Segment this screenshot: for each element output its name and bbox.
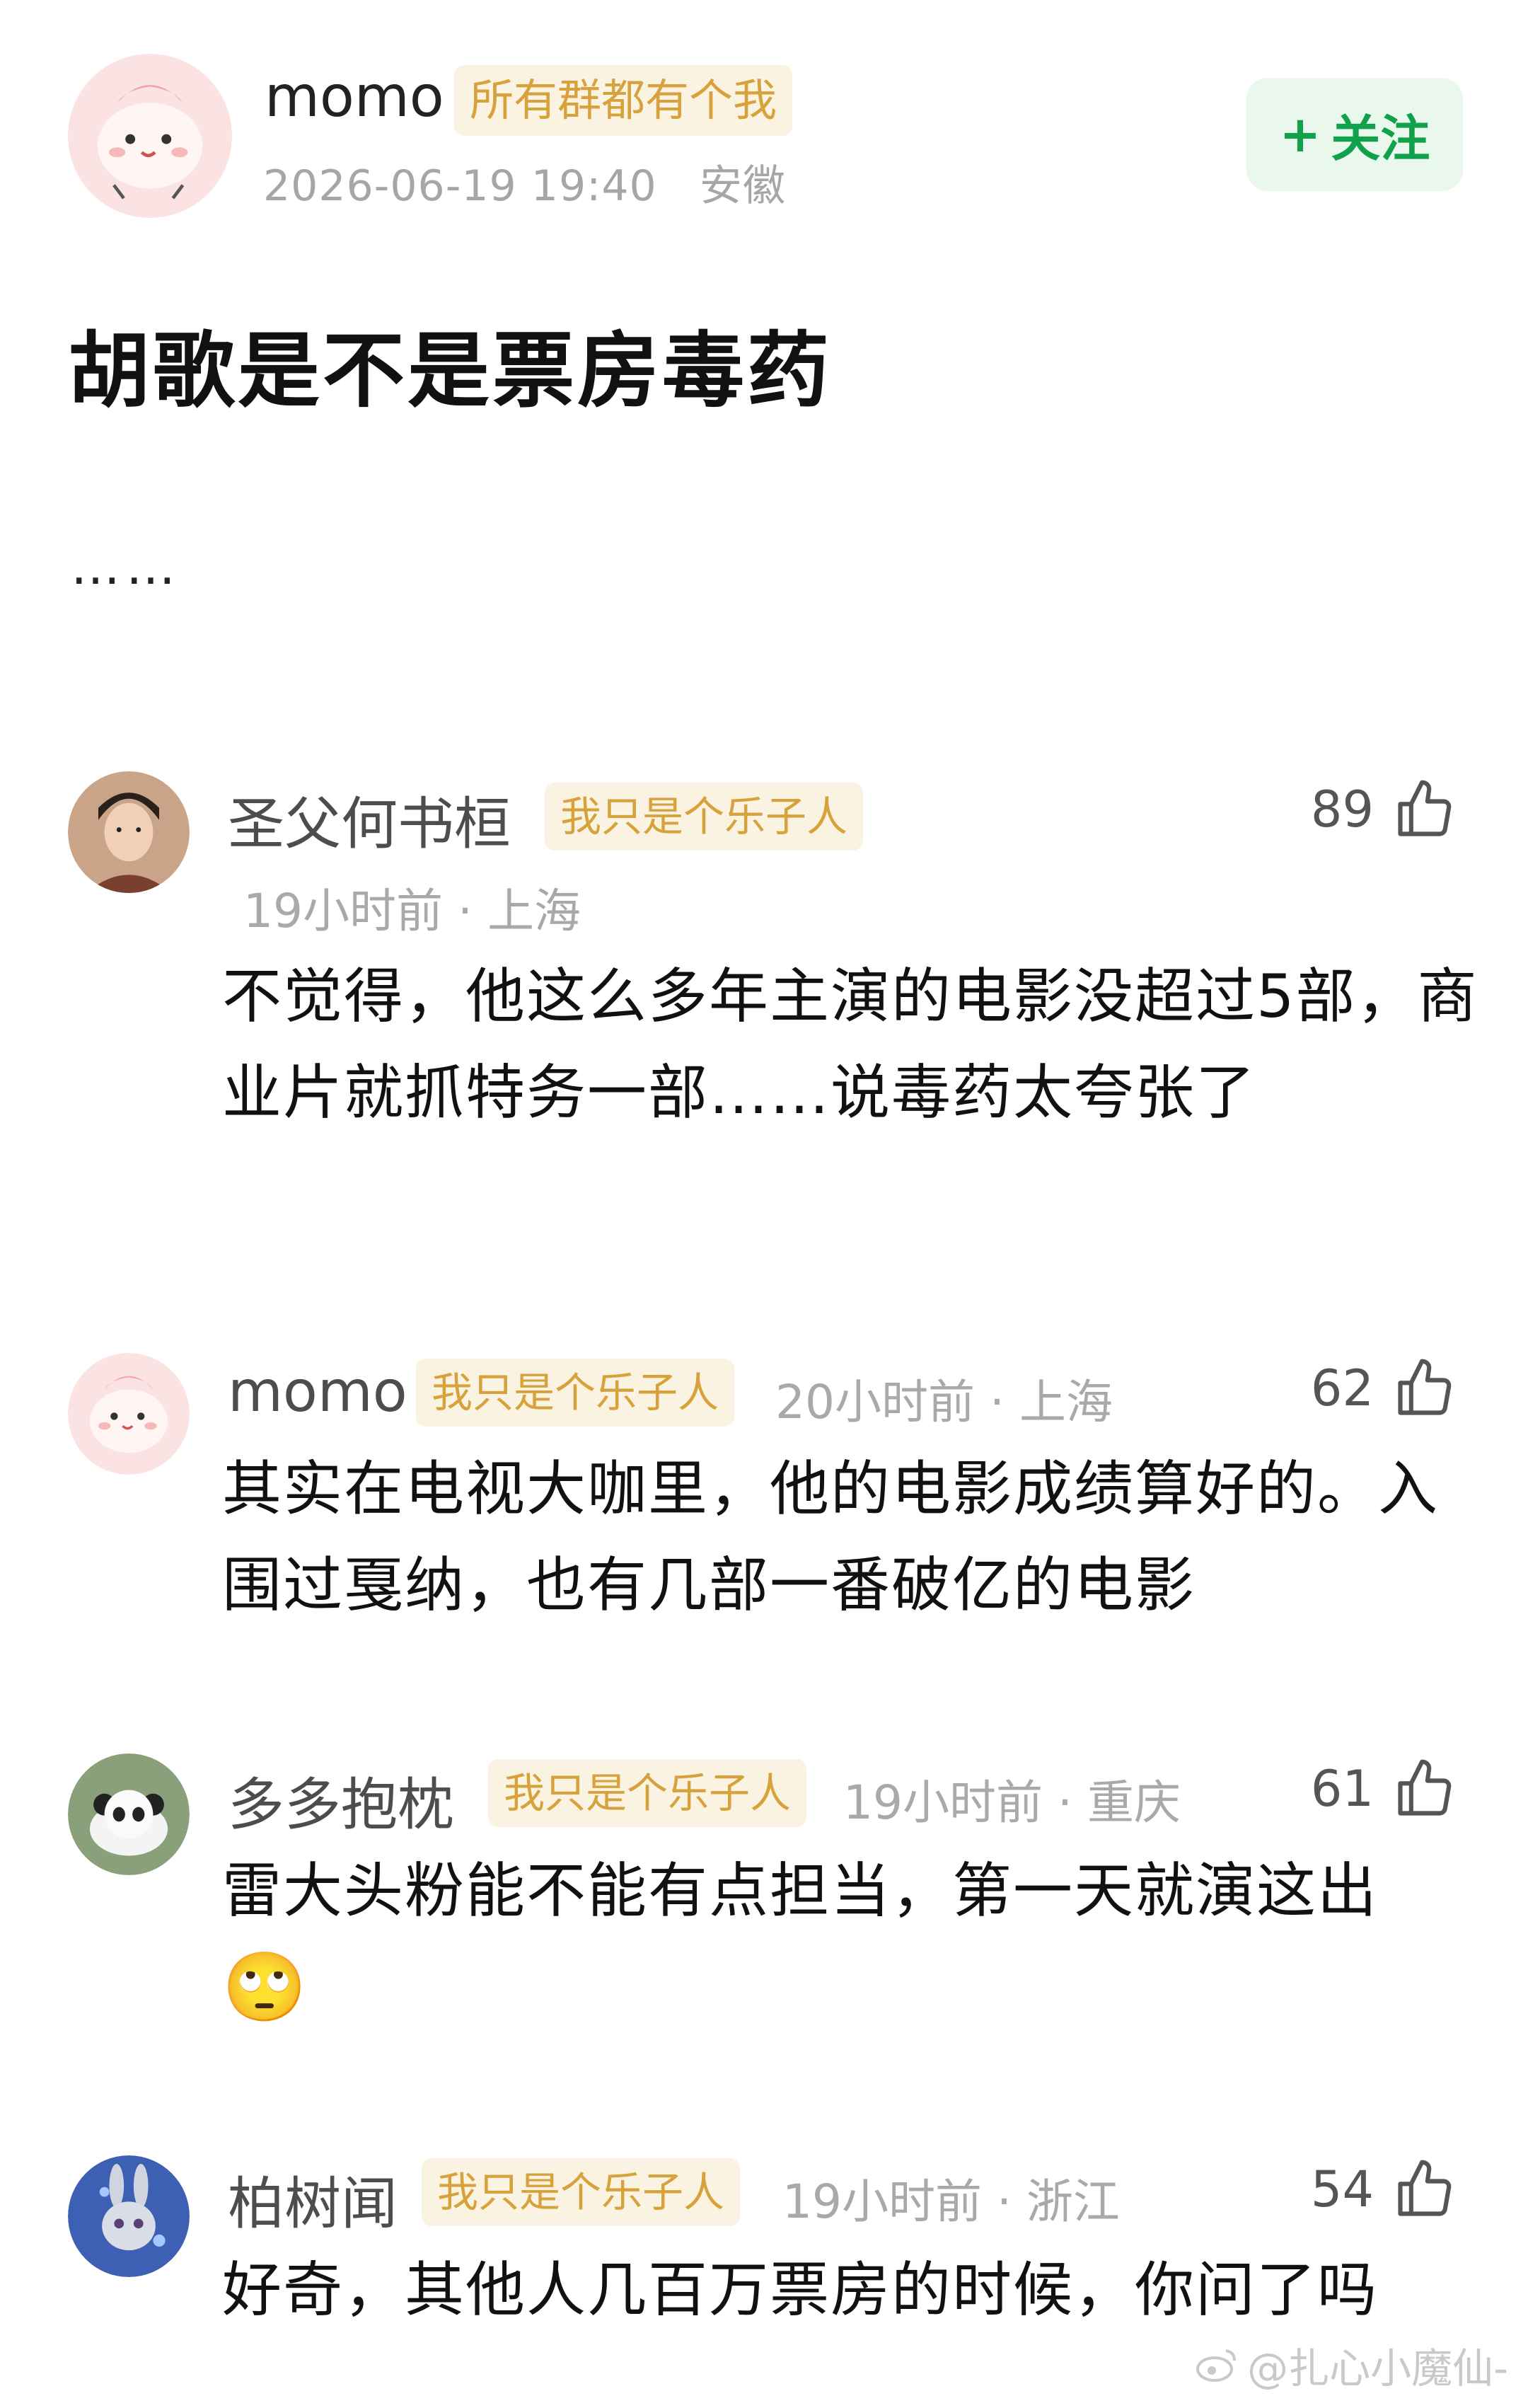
- follow-label: 关注: [1331, 109, 1430, 168]
- commenter-name[interactable]: 圣父何书桓: [228, 778, 511, 860]
- comment-location: 浙江: [1026, 2174, 1120, 2229]
- comment-time: 19小时前: [843, 1775, 1043, 1830]
- plus-icon: +: [1279, 105, 1321, 163]
- like-count: 62: [1310, 1359, 1374, 1417]
- commenter-avatar[interactable]: [68, 2155, 190, 2277]
- thumbs-up-icon: [1398, 1759, 1452, 1816]
- commenter-name[interactable]: 多多抱枕: [228, 1759, 454, 1841]
- like-button[interactable]: 61: [1311, 1756, 1457, 1821]
- post-title: 胡歌是不是票房毒药: [68, 323, 832, 419]
- commenter-name[interactable]: momo: [228, 1359, 407, 1424]
- meta-separator: ·: [1057, 1775, 1072, 1830]
- post-date: 2026-06-19 19:40: [263, 161, 657, 211]
- follow-button[interactable]: + 关注: [1246, 78, 1463, 191]
- like-button[interactable]: 54: [1311, 2157, 1457, 2222]
- like-count: 89: [1310, 780, 1374, 839]
- comment-text-body: 雷大头粉能不能有点担当，第一天就演这出: [222, 1856, 1379, 1925]
- like-count: 54: [1310, 2160, 1374, 2218]
- post-meta: 2026-06-19 19:40 安徽: [263, 151, 786, 213]
- watermark: @扎心小魔仙-: [1195, 2335, 1508, 2395]
- thumbs-up-icon: [1398, 780, 1452, 836]
- author-avatar[interactable]: [68, 54, 232, 218]
- comment-meta: 19小时前 · 上海: [243, 873, 581, 941]
- comment-time: 19小时前: [243, 884, 443, 938]
- weibo-logo-icon: [1196, 2349, 1237, 2382]
- author-badge: 所有群都有个我: [454, 65, 793, 136]
- like-button[interactable]: 62: [1311, 1356, 1457, 1421]
- thumbs-up-icon: [1398, 1359, 1452, 1415]
- commenter-avatar[interactable]: [68, 771, 190, 893]
- comment-location: 重庆: [1087, 1775, 1181, 1830]
- commenter-badge: 我只是个乐子人: [416, 1359, 735, 1427]
- post-location: 安徽: [699, 161, 786, 211]
- meta-separator: ·: [989, 1375, 1005, 1429]
- commenter-name[interactable]: 柏树闻: [228, 2158, 398, 2240]
- comment-text: 好奇，其他人几百万票房的时候，你问了吗: [222, 2255, 1379, 2325]
- meta-separator: ·: [996, 2174, 1012, 2229]
- commenter-badge: 我只是个乐子人: [422, 2158, 741, 2226]
- comment-text: 其实在电视大咖里，他的电影成绩算好的。入围过戛纳，也有几部一番破亿的电影: [222, 1454, 1440, 1620]
- commenter-badge: 我只是个乐子人: [488, 1759, 807, 1827]
- comment-meta: 19小时前 · 重庆: [843, 1765, 1181, 1833]
- thumbs-up-icon: [1398, 2160, 1452, 2216]
- comment-time: 19小时前: [782, 2174, 982, 2229]
- like-button[interactable]: 89: [1311, 777, 1457, 842]
- author-name[interactable]: momo: [265, 64, 444, 129]
- commenter-avatar[interactable]: [68, 1753, 190, 1875]
- comment-location: 上海: [487, 884, 581, 938]
- comment-meta: 19小时前 · 浙江: [782, 2164, 1120, 2232]
- post-body: ……: [71, 538, 181, 596]
- commenter-avatar[interactable]: [68, 1353, 190, 1475]
- like-count: 61: [1310, 1760, 1374, 1818]
- comment-meta: 20小时前 · 上海: [775, 1364, 1113, 1432]
- watermark-text: @扎心小魔仙-: [1247, 2344, 1508, 2392]
- eye-roll-emoji-icon: 🙄: [222, 1947, 308, 2027]
- comment-text: 不觉得，他这么多年主演的电影没超过5部，商业片就抓特务一部……说毒药太夸张了: [222, 962, 1478, 1127]
- comment-time: 20小时前: [775, 1375, 975, 1429]
- comment-text: 雷大头粉能不能有点担当，第一天就演这出 🙄: [222, 1843, 1488, 2038]
- commenter-badge: 我只是个乐子人: [545, 783, 864, 851]
- meta-separator: ·: [457, 884, 473, 938]
- comment-location: 上海: [1019, 1375, 1113, 1429]
